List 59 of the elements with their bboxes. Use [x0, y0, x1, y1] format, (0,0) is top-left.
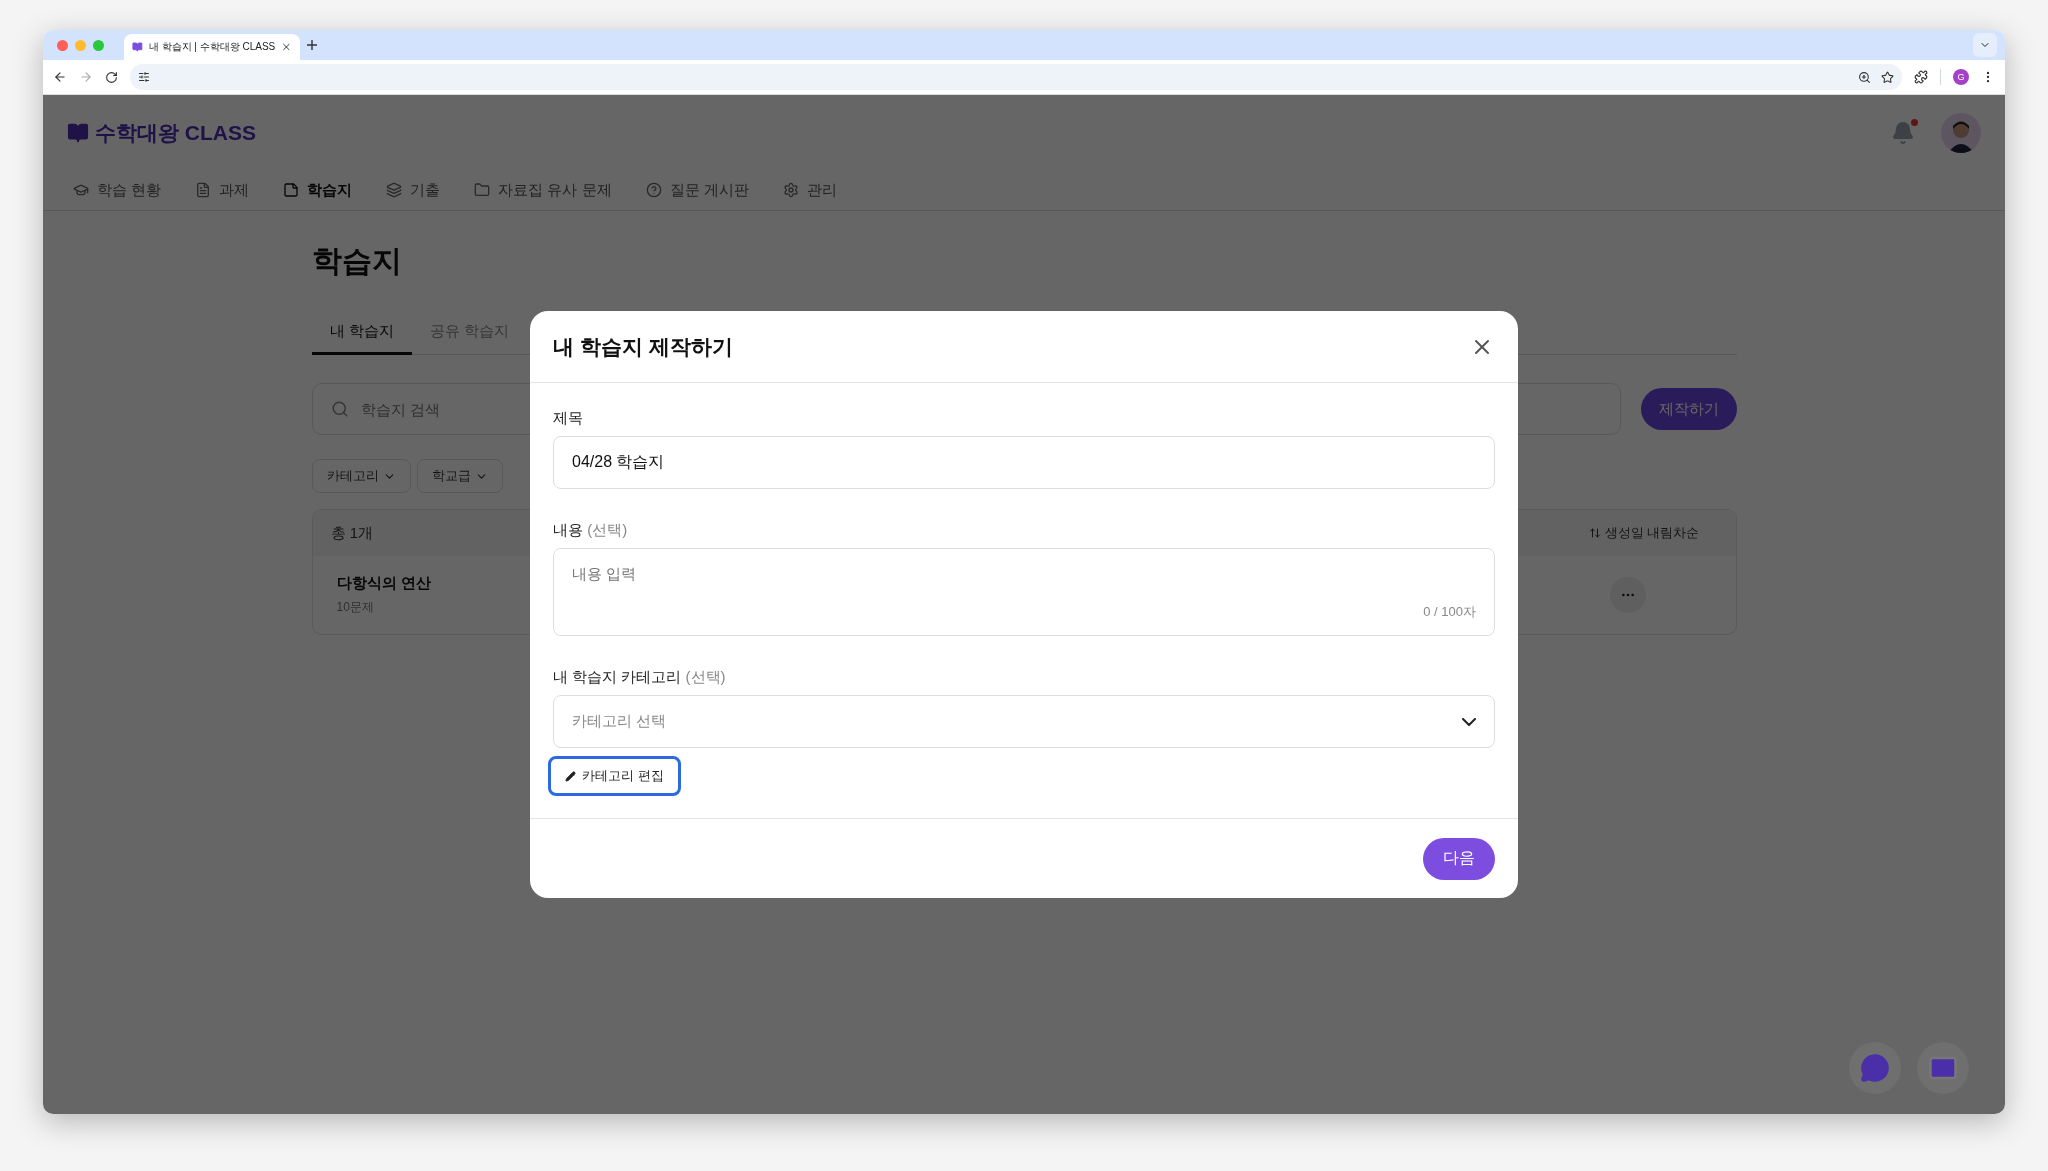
zoom-icon[interactable]	[1858, 70, 1871, 84]
graduation-cap-icon	[73, 182, 89, 198]
mail-button[interactable]	[1917, 1042, 1969, 1094]
nav-item[interactable]: 학습 현황	[73, 180, 162, 200]
filter-dropdown[interactable]: 학교급	[416, 459, 503, 493]
nav-item[interactable]: 관리	[782, 180, 837, 200]
search-icon	[330, 400, 349, 418]
reload-icon[interactable]	[105, 70, 118, 84]
tab-list-button[interactable]	[1973, 33, 1997, 57]
total-count: 총 1개	[330, 523, 373, 543]
book-icon	[132, 41, 143, 53]
notification-bell[interactable]	[1891, 120, 1915, 145]
sort-icon	[1588, 527, 1601, 539]
extensions-icon[interactable]	[1914, 70, 1928, 84]
layers-icon	[386, 182, 403, 198]
create-button[interactable]: 제작하기	[1640, 388, 1737, 430]
logo[interactable]: 수학대왕 CLASS	[67, 118, 256, 147]
note-icon	[283, 182, 300, 198]
dialog-title: 내 학습지 제작하기	[553, 333, 733, 360]
close-window-button[interactable]	[57, 39, 68, 51]
logo-text: 수학대왕 CLASS	[95, 119, 256, 146]
star-icon[interactable]	[1881, 70, 1894, 84]
nav-item[interactable]: 과제	[195, 180, 250, 200]
forward-icon[interactable]	[79, 70, 93, 84]
bell-icon	[1891, 120, 1915, 145]
nav-item[interactable]: 질문 게시판	[645, 180, 749, 200]
folder-icon	[474, 182, 491, 198]
browser-tab[interactable]: 내 학습지 | 수학대왕 CLASS	[124, 34, 300, 60]
page-title: 학습지	[311, 243, 403, 279]
chevron-down-icon	[1462, 717, 1476, 726]
back-icon[interactable]	[53, 70, 67, 84]
new-tab-icon[interactable]	[306, 39, 318, 51]
field-label: 제목	[553, 409, 584, 428]
help-icon	[645, 182, 662, 198]
close-tab-icon[interactable]	[281, 41, 292, 53]
nav-item[interactable]: 자료집 유사 문제	[474, 180, 612, 200]
field-label: 내 학습지 카테고리 (선택)	[553, 668, 727, 687]
user-avatar[interactable]	[1941, 112, 1981, 153]
profile-avatar[interactable]: G	[1953, 69, 1969, 85]
edit-category-button[interactable]: 카테고리 편집	[548, 756, 681, 796]
title-input[interactable]: 04/28 학습지	[553, 436, 1495, 489]
tab-title: 내 학습지 | 수학대왕 CLASS	[148, 40, 276, 54]
nav-item[interactable]: 학습지	[283, 180, 353, 200]
nav-item[interactable]: 기출	[386, 180, 441, 200]
filter-dropdown[interactable]: 카테고리	[311, 459, 411, 493]
document-icon	[195, 182, 212, 198]
worksheet-title[interactable]: 다항식의 연산	[336, 574, 431, 593]
settings-icon	[782, 182, 799, 198]
book-icon	[67, 121, 89, 144]
help-button[interactable]	[1849, 1042, 1901, 1094]
tab[interactable]: 내 학습지	[311, 314, 412, 355]
content-textarea[interactable]: 내용 입력 0 / 100자	[553, 548, 1495, 636]
pencil-icon	[565, 770, 576, 782]
field-label: 내용 (선택)	[553, 521, 629, 540]
next-button[interactable]: 다음	[1423, 837, 1495, 880]
category-select[interactable]: 카테고리 선택	[553, 695, 1495, 748]
character-counter: 0 / 100자	[1423, 603, 1476, 621]
sort-button[interactable]: 생성일 내림차순	[1582, 523, 1706, 543]
site-settings-icon[interactable]	[138, 71, 150, 83]
